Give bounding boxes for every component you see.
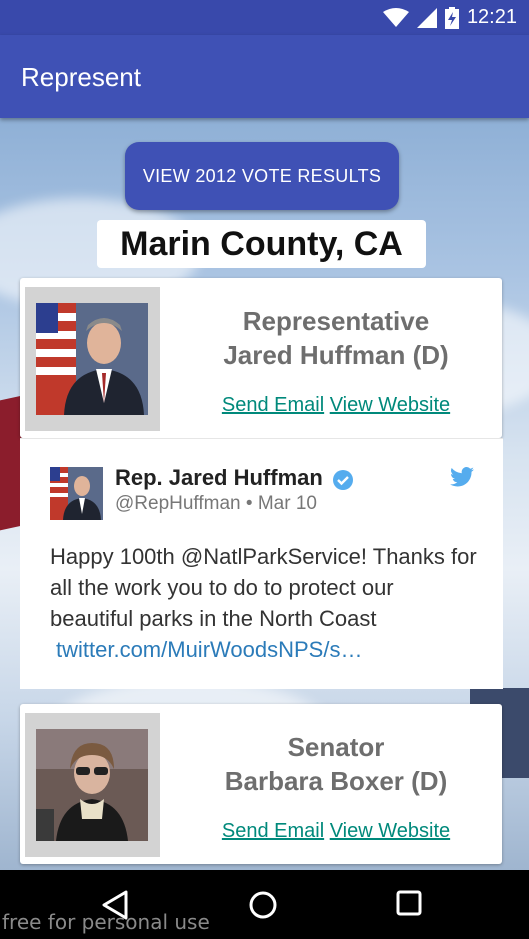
- main-content[interactable]: VIEW 2012 VOTE RESULTS Marin County, CA: [0, 118, 529, 870]
- representative-title: Representative Jared Huffman (D): [180, 304, 492, 372]
- cell-signal-icon: [416, 7, 437, 28]
- view-vote-results-button[interactable]: VIEW 2012 VOTE RESULTS: [125, 142, 399, 210]
- tweet-card[interactable]: Rep. Jared Huffman @RepHuffman • Mar 10 …: [20, 438, 503, 689]
- county-header: Marin County, CA: [97, 220, 426, 268]
- view-website-link[interactable]: View Website: [330, 820, 450, 842]
- recents-nav-icon[interactable]: [396, 890, 422, 916]
- verified-badge-icon: [333, 470, 353, 490]
- representative-photo: [36, 729, 148, 841]
- tweet-author-name[interactable]: Rep. Jared Huffman: [115, 465, 323, 491]
- representative-card[interactable]: Representative Jared Huffman (D) Send Em…: [20, 278, 502, 438]
- send-email-link[interactable]: Send Email: [222, 820, 324, 842]
- representative-card[interactable]: Senator Barbara Boxer (D) Send Email Vie…: [20, 704, 502, 864]
- status-bar: 12:21: [0, 0, 529, 35]
- tweet-body: Happy 100th @NatlParkService! Thanks for…: [50, 544, 477, 631]
- county-title: Marin County, CA: [120, 224, 403, 263]
- photo-frame: [25, 713, 160, 857]
- view-website-link[interactable]: View Website: [330, 394, 450, 416]
- tweet-avatar[interactable]: [50, 467, 103, 520]
- wifi-icon: [382, 7, 409, 27]
- status-icons: 12:21: [382, 6, 517, 29]
- representative-links: Send Email View Website: [180, 394, 492, 417]
- app-bar: Represent: [0, 35, 529, 118]
- representative-role: Senator: [287, 732, 385, 762]
- representative-name: Barbara Boxer (D): [224, 766, 448, 796]
- battery-charging-icon: [444, 6, 459, 29]
- representative-title: Senator Barbara Boxer (D): [180, 730, 492, 798]
- tweet-text: Happy 100th @NatlParkService! Thanks for…: [50, 541, 480, 665]
- background-flag: [0, 395, 22, 531]
- app-title: Represent: [21, 62, 141, 92]
- representative-role: Representative: [242, 306, 430, 336]
- watermark-text: free for personal use: [2, 910, 210, 934]
- representative-links: Send Email View Website: [180, 820, 492, 843]
- status-time: 12:21: [466, 6, 517, 28]
- photo-frame: [25, 287, 160, 431]
- tweet-handle: @RepHuffman • Mar 10: [115, 493, 317, 514]
- representative-photo: [36, 303, 148, 415]
- tweet-link[interactable]: twitter.com/MuirWoodsNPS/s…: [50, 634, 480, 665]
- send-email-link[interactable]: Send Email: [222, 394, 324, 416]
- home-nav-icon[interactable]: [248, 890, 278, 920]
- representative-name: Jared Huffman (D): [223, 340, 449, 370]
- twitter-bird-icon[interactable]: [450, 467, 474, 487]
